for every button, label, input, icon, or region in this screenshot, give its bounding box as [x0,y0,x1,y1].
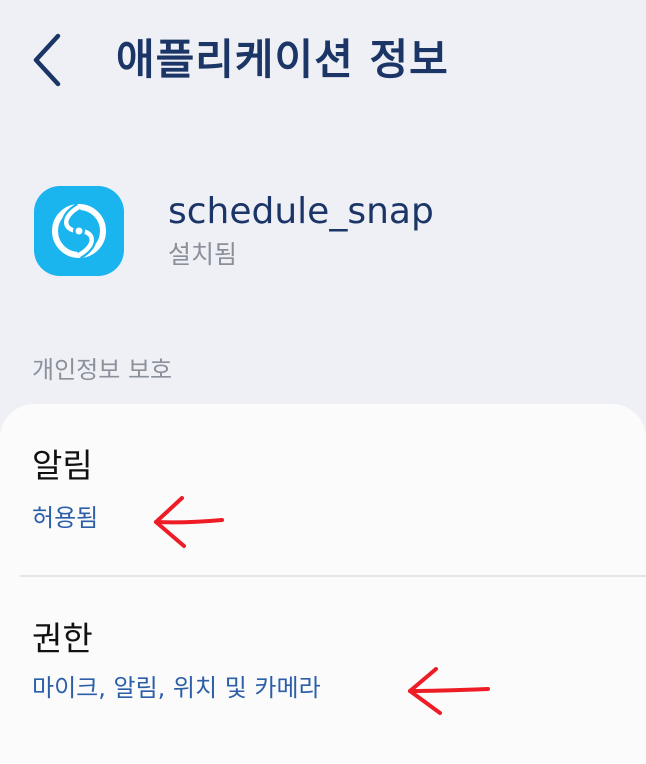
app-name: schedule_snap [168,191,434,232]
app-summary: schedule_snap 설치됨 [0,176,646,286]
app-install-status: 설치됨 [168,240,238,269]
red-arrow-icon [408,667,490,715]
section-header-privacy: 개인정보 보호 [32,356,173,384]
page-title: 애플리케이션 정보 [116,35,449,84]
notifications-status: 허용됨 [32,504,99,532]
permissions-summary: 마이크, 알림, 위치 및 카메라 [32,674,321,702]
permissions-row[interactable]: 권한 마이크, 알림, 위치 및 카메라 [0,577,646,747]
notifications-title: 알림 [32,446,93,485]
chevron-left-icon [33,33,61,87]
privacy-card: 알림 허용됨 권한 마이크, 알림, 위치 및 카메라 [0,404,646,764]
red-arrow-icon [154,496,224,548]
back-button[interactable] [22,30,74,90]
app-logo-icon [34,186,124,276]
notifications-row[interactable]: 알림 허용됨 [0,404,646,577]
app-bar: 애플리케이션 정보 [0,0,646,124]
permissions-title: 권한 [32,619,93,658]
